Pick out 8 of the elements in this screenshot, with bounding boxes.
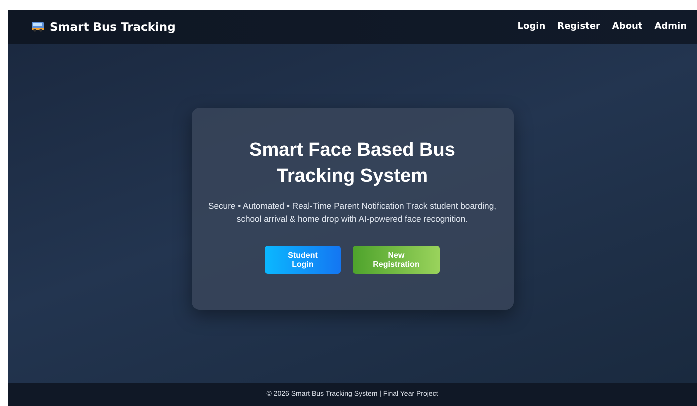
nav-link[interactable]: About [612, 22, 643, 32]
bus-icon [32, 22, 44, 32]
nav-link[interactable]: Admin [654, 22, 687, 32]
hero-subtitle: Secure • Automated • Real-Time Parent Notification Track student boarding, school arrival & home drop with AI-powered face recognition. [207, 200, 498, 226]
nav-link[interactable]: Register [558, 22, 600, 32]
hero-title: Smart Face Based Bus Tracking System [248, 138, 456, 188]
brand-name[interactable]: Smart Bus Tracking [50, 20, 176, 34]
nav-link[interactable]: Login [518, 22, 546, 32]
